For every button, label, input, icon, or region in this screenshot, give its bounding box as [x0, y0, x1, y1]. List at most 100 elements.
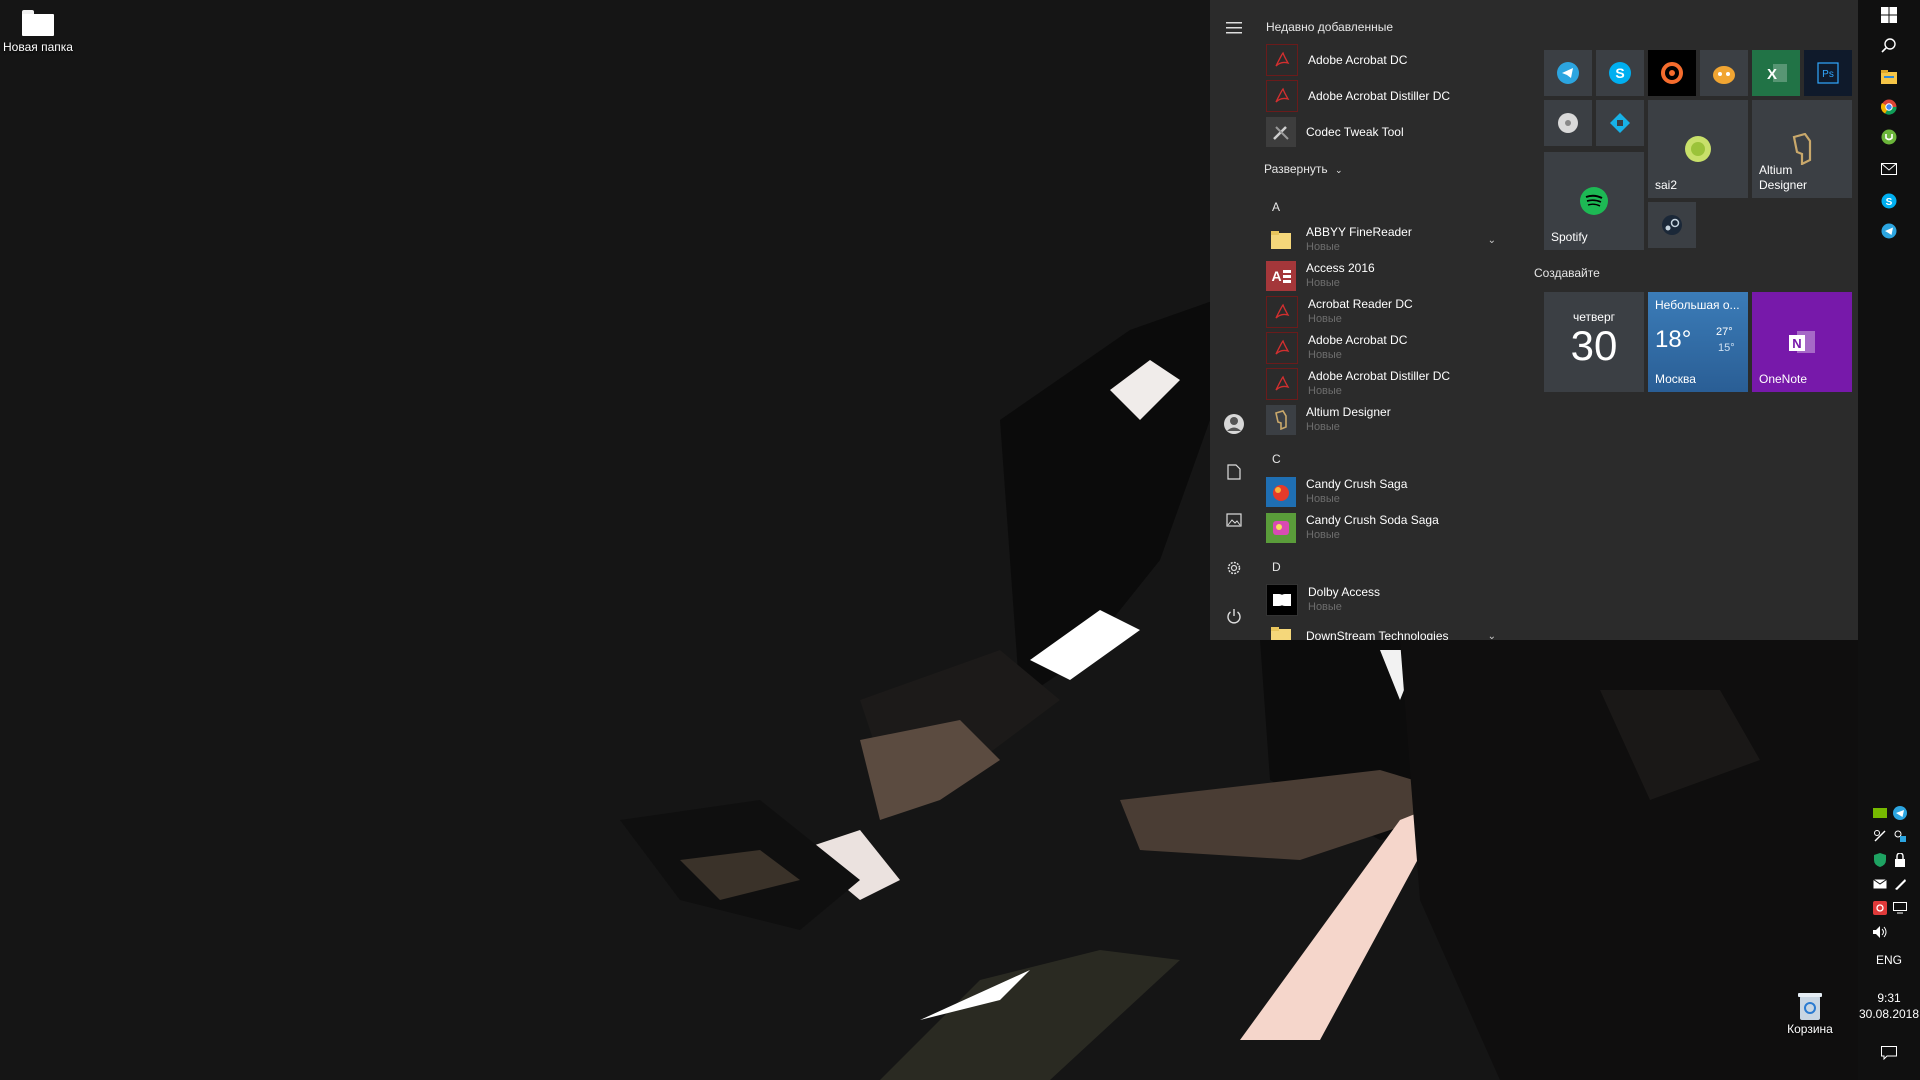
- desktop-icon-new-folder[interactable]: Новая папка: [0, 10, 76, 54]
- tile-excel[interactable]: X: [1752, 50, 1800, 96]
- network-tray-icon[interactable]: [1872, 828, 1888, 844]
- app-item-adobe-acrobat-dc[interactable]: Adobe Acrobat DC Новые: [1266, 330, 1506, 366]
- hamburger-icon: [1226, 22, 1242, 34]
- desktop-icon-recycle-bin[interactable]: Корзина: [1770, 990, 1850, 1036]
- taskbar-utorrent[interactable]: [1858, 122, 1920, 152]
- app-item-adobe-acrobat-distiller-dc[interactable]: Adobe Acrobat Distiller DC Новые: [1266, 366, 1506, 402]
- tile-photoshop[interactable]: Ps: [1804, 50, 1852, 96]
- tile-group-title: Создавайте: [1534, 266, 1600, 280]
- chevron-down-icon[interactable]: ⌄: [1488, 235, 1496, 246]
- chrome-icon: [1881, 99, 1897, 115]
- pictures-button[interactable]: [1210, 500, 1258, 540]
- action-center-button[interactable]: [1858, 1038, 1920, 1068]
- app-item-altium-designer[interactable]: Altium Designer Новые: [1266, 402, 1506, 438]
- start-button[interactable]: [1858, 0, 1920, 30]
- tile-spotify[interactable]: Spotify: [1544, 152, 1644, 250]
- calendar-date: 30: [1570, 322, 1618, 369]
- section-letter-c[interactable]: C: [1272, 452, 1281, 466]
- chevron-down-icon: ⌄: [1334, 165, 1343, 175]
- telegram-icon: [1881, 223, 1897, 239]
- power-button[interactable]: [1210, 596, 1258, 636]
- antivirus-tray-icon[interactable]: [1872, 852, 1888, 868]
- nvidia-icon[interactable]: [1872, 805, 1888, 821]
- section-letter-a[interactable]: A: [1272, 200, 1280, 214]
- app-name: Acrobat Reader DC: [1308, 297, 1413, 311]
- app-item-acrobat-reader-dc[interactable]: Acrobat Reader DC Новые: [1266, 294, 1506, 330]
- app-item-access-2016[interactable]: A Access 2016 Новые: [1266, 258, 1506, 294]
- clock-time[interactable]: 9:31: [1858, 990, 1920, 1006]
- clock-date[interactable]: 30.08.2018: [1858, 1006, 1920, 1022]
- app-item-candy-crush-soda-saga[interactable]: Candy Crush Soda Saga Новые: [1266, 510, 1506, 546]
- tile-sai2[interactable]: sai2: [1648, 100, 1748, 198]
- app-name: Adobe Acrobat DC: [1308, 333, 1408, 347]
- documents-button[interactable]: [1210, 452, 1258, 492]
- search-button[interactable]: [1858, 30, 1920, 60]
- tile-label: Altium Designer: [1759, 163, 1808, 192]
- tile-onenote[interactable]: N OneNote: [1752, 292, 1852, 392]
- hamburger-button[interactable]: [1210, 8, 1258, 48]
- acrobat-distiller-icon: [1266, 368, 1298, 400]
- acrobat-icon: [1266, 44, 1298, 76]
- tile-altium-designer[interactable]: Altium Designer: [1752, 100, 1852, 198]
- section-letter-d[interactable]: D: [1272, 560, 1281, 574]
- taskbar-file-explorer[interactable]: [1858, 62, 1920, 92]
- recent-item-adobe-acrobat-distiller-dc[interactable]: Adobe Acrobat Distiller DC: [1266, 78, 1506, 114]
- telegram-icon: [1557, 62, 1579, 84]
- taskbar-telegram[interactable]: [1858, 216, 1920, 246]
- app-item-downstream-technologies[interactable]: DownStream Technologies ⌄: [1266, 618, 1506, 640]
- recent-item-codec-tweak-tool[interactable]: Codec Tweak Tool: [1266, 114, 1506, 150]
- tile-calendar[interactable]: четверг 30: [1544, 292, 1644, 392]
- tile-steam[interactable]: [1648, 202, 1696, 248]
- utorrent-icon: [1881, 129, 1897, 145]
- mail-tray-icon[interactable]: [1872, 876, 1888, 892]
- user-account-button[interactable]: [1210, 404, 1258, 444]
- display-tray-icon[interactable]: [1892, 900, 1908, 916]
- expand-label: Развернуть: [1264, 162, 1328, 176]
- chevron-down-icon[interactable]: ⌄: [1488, 631, 1496, 641]
- app-item-abbyy-finereader[interactable]: ABBYY FineReader Новые ⌄: [1266, 222, 1506, 258]
- lock-tray-icon[interactable]: [1892, 852, 1908, 868]
- tile-telegram[interactable]: [1544, 50, 1592, 96]
- tile-skype[interactable]: S: [1596, 50, 1644, 96]
- settings-icon: [1227, 561, 1241, 575]
- documents-icon: [1227, 464, 1241, 480]
- share-tray-icon[interactable]: [1892, 828, 1908, 844]
- input-language[interactable]: ENG: [1858, 952, 1920, 968]
- access-icon: A: [1266, 261, 1296, 291]
- app-name: Adobe Acrobat DC: [1308, 52, 1408, 67]
- tile-label: Spotify: [1551, 230, 1588, 244]
- taskbar-mail[interactable]: [1858, 154, 1920, 184]
- app-badge-new: Новые: [1306, 421, 1340, 433]
- tile-weather[interactable]: Небольшая о... 18° 27° 15° Москва: [1648, 292, 1748, 392]
- desktop-icon-label: Корзина: [1787, 1022, 1833, 1036]
- windows-logo-icon: [1881, 7, 1897, 23]
- tile-disk-app[interactable]: [1544, 100, 1592, 146]
- skype-icon: S: [1881, 193, 1897, 209]
- app-name: DownStream Technologies: [1306, 628, 1449, 641]
- tile-origin[interactable]: [1648, 50, 1696, 96]
- taskbar-chrome[interactable]: [1858, 92, 1920, 122]
- app-badge-new: Новые: [1308, 601, 1342, 613]
- telegram-tray-icon[interactable]: [1892, 805, 1908, 821]
- start-rail: [1210, 0, 1258, 640]
- pen-tray-icon[interactable]: [1892, 876, 1908, 892]
- settings-button[interactable]: [1210, 548, 1258, 588]
- power-icon: [1227, 609, 1241, 624]
- search-icon: [1881, 38, 1896, 53]
- app-name: Adobe Acrobat Distiller DC: [1308, 88, 1451, 103]
- app-name: Candy Crush Soda Saga: [1306, 513, 1439, 527]
- taskbar-skype[interactable]: S: [1858, 186, 1920, 216]
- expand-button[interactable]: Развернуть ⌄: [1264, 162, 1343, 176]
- volume-icon[interactable]: [1872, 924, 1888, 940]
- notification-icon: [1881, 1046, 1897, 1060]
- app-name: Altium Designer: [1306, 405, 1391, 419]
- svg-text:X: X: [1767, 66, 1777, 83]
- app-item-candy-crush-saga[interactable]: Candy Crush Saga Новые: [1266, 474, 1506, 510]
- tile-kodi[interactable]: [1596, 100, 1644, 146]
- app-name: ABBYY FineReader: [1306, 225, 1412, 239]
- spotify-icon: [1580, 187, 1608, 215]
- recent-item-adobe-acrobat-dc[interactable]: Adobe Acrobat DC: [1266, 42, 1506, 78]
- app-item-dolby-access[interactable]: Dolby Access Новые: [1266, 582, 1506, 618]
- tile-cat-app[interactable]: [1700, 50, 1748, 96]
- adobe-cloud-tray-icon[interactable]: [1872, 900, 1888, 916]
